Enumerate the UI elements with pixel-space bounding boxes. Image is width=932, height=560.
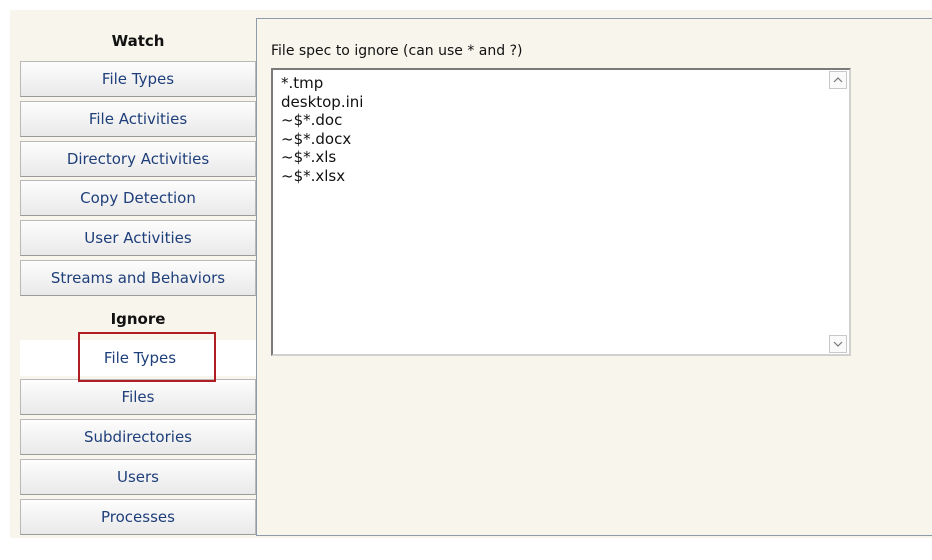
ignore-files-button[interactable]: Files (20, 379, 256, 415)
watch-streams-behaviors-button[interactable]: Streams and Behaviors (20, 260, 256, 296)
spec-line: desktop.ini (281, 92, 364, 111)
highlight-annotation (78, 332, 216, 382)
spec-line: ~$*.xls (281, 148, 337, 166)
watch-copy-detection-button[interactable]: Copy Detection (20, 180, 256, 216)
content-panel: File spec to ignore (can use * and ?) *.… (256, 18, 932, 536)
spec-line: ~$*.doc (281, 111, 343, 129)
ignore-subdirectories-button[interactable]: Subdirectories (20, 419, 256, 455)
file-spec-textarea[interactable]: *.tmp desktop.ini ~$*.doc ~$*.docx ~$*.x… (271, 68, 851, 356)
spec-line: *.tmp (281, 74, 324, 92)
ignore-processes-button[interactable]: Processes (20, 499, 256, 535)
watch-file-activities-button[interactable]: File Activities (20, 101, 256, 137)
chevron-down-icon[interactable] (829, 335, 847, 353)
settings-window: Watch File Types File Activities Directo… (10, 10, 932, 538)
watch-section-header: Watch (111, 32, 165, 50)
watch-directory-activities-button[interactable]: Directory Activities (20, 141, 256, 177)
spec-line: ~$*.xlsx (281, 166, 346, 185)
vertical-scrollbar[interactable] (828, 71, 848, 353)
watch-user-activities-button[interactable]: User Activities (20, 220, 256, 256)
file-spec-label: File spec to ignore (can use * and ?) (271, 43, 523, 59)
spec-lines: *.tmp desktop.ini ~$*.doc ~$*.docx ~$*.x… (281, 74, 821, 185)
chevron-up-icon[interactable] (829, 71, 847, 89)
sidebar: Watch File Types File Activities Directo… (10, 10, 260, 538)
spec-line: ~$*.docx (281, 129, 352, 148)
ignore-users-button[interactable]: Users (20, 459, 256, 495)
watch-file-types-button[interactable]: File Types (20, 61, 256, 97)
